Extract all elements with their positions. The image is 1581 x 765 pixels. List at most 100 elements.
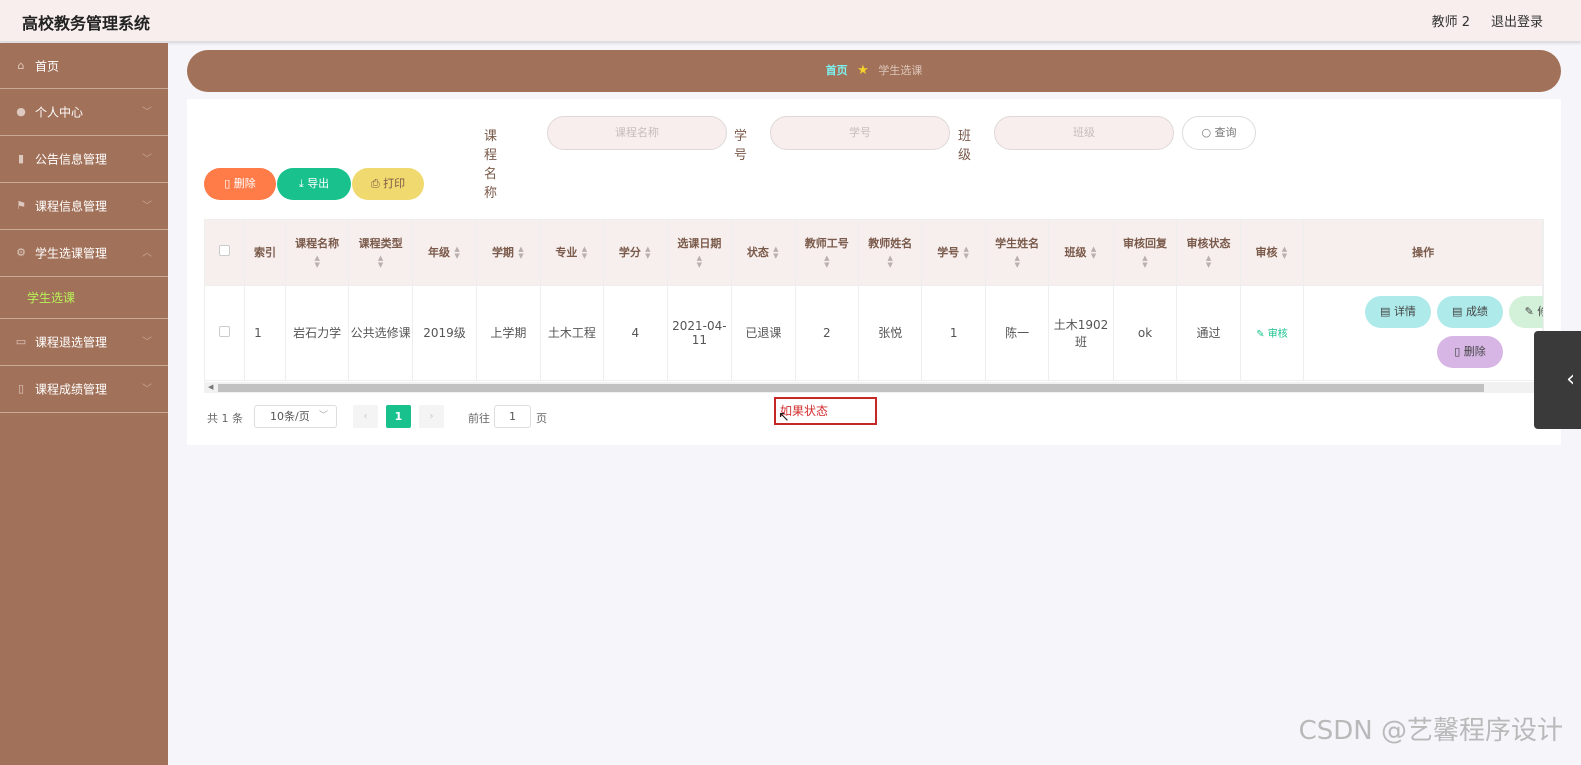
sidebar-item-grades[interactable]: ▯ 课程成绩管理 ﹀	[0, 366, 168, 413]
sort-icon[interactable]: ▲ ▼	[313, 255, 321, 269]
column-header-label: 学生姓名	[995, 237, 1040, 251]
row-delete-button-label: 删除	[1463, 345, 1486, 358]
logout-link[interactable]: 退出登录	[1491, 11, 1543, 30]
sort-icon[interactable]: ▲ ▼	[644, 246, 652, 260]
scroll-left-icon[interactable]: ◀	[208, 382, 213, 393]
sort-icon[interactable]: ▲ ▼	[962, 246, 970, 260]
sort-icon[interactable]: ▲ ▼	[1141, 255, 1149, 269]
student-id-input[interactable]: 学号	[770, 116, 950, 150]
column-header-label: 年级	[428, 246, 451, 260]
cell-course: 岩石力学	[285, 285, 350, 381]
prev-page-button[interactable]: ‹	[353, 405, 378, 428]
class-label: 班级	[958, 129, 972, 163]
sort-icon[interactable]: ▲ ▼	[772, 246, 780, 260]
export-button[interactable]: ⤓ 导出	[277, 168, 351, 200]
chevron-down-icon: ﹀	[142, 384, 152, 395]
sort-icon[interactable]: ▲ ▼	[695, 255, 703, 269]
column-header[interactable]: 学生姓名 ▲ ▼	[985, 220, 1050, 286]
column-header-label: 课程类型	[358, 237, 403, 251]
sidebar-item-profile[interactable]: ● 个人中心 ﹀	[0, 89, 168, 136]
audit-link-label: 审核	[1267, 329, 1288, 340]
goto-label: 前往	[468, 412, 490, 425]
chat-icon: ▭	[15, 335, 27, 348]
grade-button[interactable]: ▤ 成绩	[1437, 296, 1503, 328]
edit-icon: ✎	[1256, 329, 1268, 340]
row-checkbox[interactable]	[205, 285, 246, 381]
page-size-select[interactable]: 10条/页 ﹀	[254, 405, 337, 428]
column-header[interactable]: 课程类型 ▲ ▼	[348, 220, 413, 286]
edit-button[interactable]: ✎ 修改	[1509, 296, 1543, 328]
column-header[interactable]: 教师工号 ▲ ▼	[795, 220, 860, 286]
column-header[interactable]: 课程名称 ▲ ▼	[285, 220, 350, 286]
sidebar-item-home[interactable]: ⌂ 首页	[0, 43, 168, 89]
sort-icon[interactable]: ▲ ▼	[1280, 246, 1288, 260]
class-input[interactable]: 班级	[994, 116, 1174, 150]
horizontal-scrollbar[interactable]: ◀	[204, 382, 1544, 393]
column-header-label: 审核回复	[1123, 237, 1167, 251]
column-header[interactable]: 专业 ▲ ▼	[540, 220, 605, 286]
chevron-down-icon: ﹀	[142, 201, 152, 212]
trash-icon: ▯	[224, 177, 231, 190]
sort-icon[interactable]: ▲ ▼	[886, 255, 894, 269]
detail-button[interactable]: ▤ 详情	[1365, 296, 1431, 328]
breadcrumb-home[interactable]: 首页	[826, 64, 848, 77]
goto-page-input[interactable]: 1	[494, 405, 531, 428]
course-name-input[interactable]: 课程名称	[547, 116, 727, 150]
column-header-label: 学期	[491, 246, 514, 260]
column-header[interactable]: 审核状态 ▲ ▼	[1176, 220, 1241, 286]
audit-link[interactable]: ✎ 审核	[1256, 329, 1288, 340]
sidebar-item-selection[interactable]: ⚙ 学生选课管理 ︿	[0, 230, 168, 277]
column-header: 操作	[1303, 220, 1543, 286]
cell-audit: ✎ 审核	[1240, 285, 1305, 381]
sort-icon[interactable]: ▲ ▼	[580, 246, 588, 260]
table-header-row: 索引 课程名称 ▲ ▼ 课程类型 ▲ ▼ 年级 ▲ ▼ 学期 ▲ ▼ 专业 ▲ ▼ 学分 ▲ ▼ 选课日…	[205, 220, 1543, 286]
current-page-button[interactable]: 1	[386, 405, 411, 428]
drawer-toggle[interactable]: ‹	[1534, 331, 1581, 429]
sidebar-item-label: 课程成绩管理	[35, 382, 108, 397]
sort-icon[interactable]: ▲ ▼	[1205, 255, 1213, 269]
cell-student-name: 陈一	[985, 285, 1050, 381]
column-header[interactable]: 审核回复 ▲ ▼	[1113, 220, 1178, 286]
row-delete-button[interactable]: ▯ 删除	[1437, 336, 1503, 368]
chevron-down-icon: ﹀	[142, 337, 152, 348]
column-header-label: 学分	[618, 246, 641, 260]
column-header-label: 班级	[1064, 246, 1087, 260]
sidebar-subitem-student-selection[interactable]: 学生选课	[0, 277, 168, 319]
cell-status: 已退课	[731, 285, 796, 381]
sidebar-item-withdraw[interactable]: ▭ 课程退选管理 ﹀	[0, 319, 168, 366]
select-all-checkbox[interactable]	[205, 220, 246, 286]
sort-icon[interactable]: ▲ ▼	[1013, 255, 1021, 269]
column-header-label: 教师姓名	[868, 237, 913, 251]
column-header[interactable]: 班级 ▲ ▼	[1048, 220, 1114, 286]
scroll-thumb[interactable]	[218, 384, 1484, 392]
delete-button[interactable]: ▯ 删除	[204, 168, 276, 200]
next-page-button[interactable]: ›	[419, 405, 444, 428]
star-icon: ★	[857, 63, 869, 78]
flag-icon: ⚑	[16, 199, 26, 212]
query-button-label: 查询	[1214, 126, 1237, 139]
sidebar-item-courses[interactable]: ⚑ 课程信息管理 ﹀	[0, 183, 168, 230]
column-header[interactable]: 教师姓名 ▲ ▼	[858, 220, 923, 286]
column-header[interactable]: 选课日期 ▲ ▼	[667, 220, 733, 286]
sidebar-item-label: 学生选课管理	[35, 246, 108, 261]
column-header-label: 教师工号	[804, 237, 849, 251]
sidebar-item-notices[interactable]: ▮ 公告信息管理 ﹀	[0, 136, 168, 183]
sort-icon[interactable]: ▲ ▼	[453, 246, 461, 260]
column-header[interactable]: 审核 ▲ ▼	[1240, 220, 1305, 286]
sidebar-item-label: 首页	[35, 59, 60, 73]
chevron-down-icon: ﹀	[142, 154, 152, 165]
column-header[interactable]: 年级 ▲ ▼	[412, 220, 478, 286]
sort-icon[interactable]: ▲ ▼	[517, 246, 525, 260]
column-header[interactable]: 学分 ▲ ▼	[603, 220, 668, 286]
sort-icon[interactable]: ▲ ▼	[823, 255, 831, 269]
column-header[interactable]: 学号 ▲ ▼	[921, 220, 986, 286]
print-button[interactable]: ⎙ 打印	[352, 168, 424, 200]
query-button[interactable]: ○ 查询	[1182, 116, 1256, 150]
cell-student-id: 1	[921, 285, 986, 381]
cell-teacher-name: 张悦	[858, 285, 923, 381]
sort-icon[interactable]: ▲ ▼	[1090, 246, 1098, 260]
column-header[interactable]: 状态 ▲ ▼	[731, 220, 796, 286]
column-header[interactable]: 学期 ▲ ▼	[476, 220, 541, 286]
cell-class: 土木1902班	[1048, 285, 1114, 381]
sort-icon[interactable]: ▲ ▼	[377, 255, 385, 269]
